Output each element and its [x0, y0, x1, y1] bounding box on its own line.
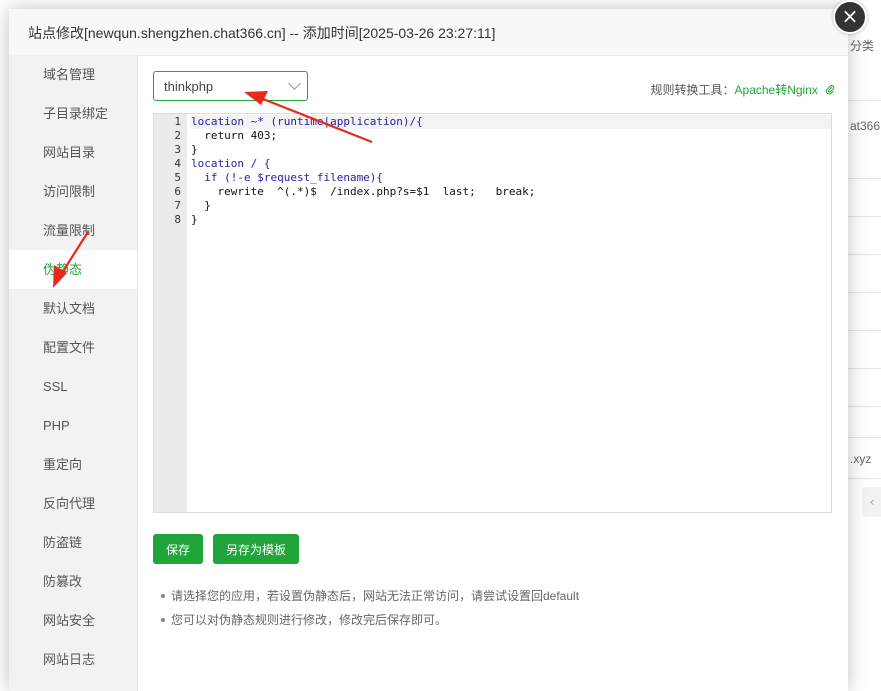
code-line: location ~* (runtime|application)/{: [191, 115, 831, 129]
rule-convert-tool: 规则转换工具：Apache转Nginx: [651, 79, 836, 98]
chevron-left-icon[interactable]: ‹: [862, 487, 881, 517]
help-tips: 请选择您的应用，若设置伪静态后，网站无法正常访问，请尝试设置回default 您…: [161, 589, 579, 637]
code-line: return 403;: [191, 129, 278, 142]
sidebar-item-hotlink[interactable]: 防盗链: [9, 523, 137, 562]
background-divider: [848, 292, 881, 293]
sidebar-item-traffic-limit[interactable]: 流量限制: [9, 211, 137, 250]
line-number: 4: [174, 157, 181, 170]
background-divider: [848, 178, 881, 179]
code-line: if (!-e $request_filename){: [191, 171, 384, 184]
dialog-header: 站点修改[newqun.shengzhen.chat366.cn] -- 添加时…: [9, 9, 848, 56]
line-number-gutter: 1 2 3 4 5 6 7 8: [154, 114, 187, 512]
rewrite-code-editor[interactable]: 1 2 3 4 5 6 7 8 location ~* (runtime|app…: [153, 113, 832, 513]
sidebar-item-default-doc[interactable]: 默认文档: [9, 289, 137, 328]
background-divider: [848, 368, 881, 369]
sidebar-item-site-directory[interactable]: 网站目录: [9, 133, 137, 172]
tip-item: 请选择您的应用，若设置伪静态后，网站无法正常访问，请尝试设置回default: [161, 589, 579, 613]
background-divider: [848, 406, 881, 407]
sidebar-item-tamper-proof[interactable]: 防篡改: [9, 562, 137, 601]
bullet-icon: [161, 618, 165, 622]
select-value: thinkphp: [164, 79, 214, 94]
line-number: 8: [174, 213, 181, 226]
site-edit-dialog: 站点修改[newqun.shengzhen.chat366.cn] -- 添加时…: [9, 9, 848, 691]
background-divider: [848, 254, 881, 255]
sidebar-item-domain[interactable]: 域名管理: [9, 55, 137, 94]
tip-text: 您可以对伪静态规则进行修改，修改完后保存即可。: [171, 613, 448, 627]
sidebar-item-access-limit[interactable]: 访问限制: [9, 172, 137, 211]
code-line: location / {: [191, 157, 271, 170]
background-divider: [848, 330, 881, 331]
line-number: 2: [174, 129, 181, 142]
rewrite-template-select[interactable]: thinkphp: [153, 71, 308, 101]
background-divider: [848, 216, 881, 217]
code-area[interactable]: location ~* (runtime|application)/{ retu…: [191, 115, 831, 227]
apache-to-nginx-link[interactable]: Apache转Nginx: [735, 83, 818, 97]
background-divider: [848, 478, 881, 479]
background-divider: [848, 437, 881, 438]
sidebar-item-ssl[interactable]: SSL: [9, 367, 137, 406]
settings-sidebar: 域名管理 子目录绑定 网站目录 访问限制 流量限制 伪静态 默认文档 配置文件 …: [9, 55, 138, 691]
dialog-title: 站点修改[newqun.shengzhen.chat366.cn] -- 添加时…: [28, 25, 496, 41]
code-line: }: [191, 213, 198, 226]
tip-item: 您可以对伪静态规则进行修改，修改完后保存即可。: [161, 613, 579, 637]
background-page-strip: [848, 0, 881, 691]
line-number: 3: [174, 143, 181, 156]
code-line: }: [191, 143, 198, 156]
sidebar-item-redirect[interactable]: 重定向: [9, 445, 137, 484]
line-number: 6: [174, 185, 181, 198]
line-number: 1: [174, 115, 181, 128]
sidebar-item-php[interactable]: PHP: [9, 406, 137, 445]
sidebar-item-rewrite[interactable]: 伪静态: [9, 250, 137, 289]
sidebar-item-config-file[interactable]: 配置文件: [9, 328, 137, 367]
bullet-icon: [161, 594, 165, 598]
tool-label: 规则转换工具：: [650, 83, 735, 97]
save-as-template-button[interactable]: 另存为模板: [213, 534, 299, 564]
rewrite-panel: thinkphp 规则转换工具：Apache转Nginx 1 2 3 4 5 6…: [137, 55, 848, 691]
save-button[interactable]: 保存: [153, 534, 203, 564]
background-text: .xyz: [850, 452, 872, 466]
line-number: 5: [174, 171, 181, 184]
sidebar-item-reverse-proxy[interactable]: 反向代理: [9, 484, 137, 523]
background-divider: [848, 100, 881, 101]
close-icon[interactable]: ×: [833, 0, 867, 34]
line-number: 7: [174, 199, 181, 212]
code-line: rewrite ^(.*)$ /index.php?s=$1 last; bre…: [191, 185, 536, 198]
code-line: }: [191, 199, 211, 212]
background-text: at366.co: [850, 119, 881, 133]
tip-text: 请选择您的应用，若设置伪静态后，网站无法正常访问，请尝试设置回default: [171, 589, 580, 603]
sidebar-item-site-log[interactable]: 网站日志: [9, 640, 137, 679]
sidebar-item-subdirectory[interactable]: 子目录绑定: [9, 94, 137, 133]
sidebar-item-site-security[interactable]: 网站安全: [9, 601, 137, 640]
chevron-down-icon: [288, 77, 301, 90]
paperclip-icon: [825, 85, 835, 95]
background-text: 分类: [850, 39, 875, 53]
